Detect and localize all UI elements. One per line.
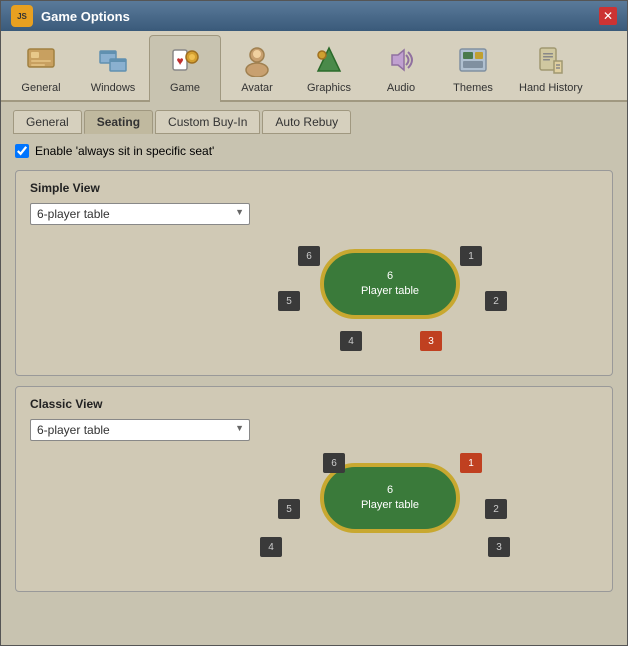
classic-seat-4[interactable]: 4 [260, 537, 282, 557]
sub-tab-auto-rebuy[interactable]: Auto Rebuy [262, 110, 351, 134]
nav-item-themes[interactable]: Themes [437, 36, 509, 100]
nav-item-hand-history[interactable]: Hand History [509, 36, 593, 100]
simple-seat-4[interactable]: 4 [340, 331, 362, 351]
window-title: Game Options [41, 9, 130, 24]
classic-view-poker-table: 6Player table [320, 463, 460, 533]
app-logo: JS [11, 5, 33, 27]
nav-game-label: Game [170, 82, 200, 94]
nav-item-game[interactable]: ♥ Game [149, 35, 221, 102]
classic-view-dropdown-wrapper: 6-player table 9-player table 2-player t… [30, 419, 250, 441]
svg-text:♥: ♥ [176, 54, 183, 68]
classic-seat-6[interactable]: 6 [323, 453, 345, 473]
simple-view-dropdown[interactable]: 6-player table 9-player table 2-player t… [30, 203, 250, 225]
classic-view-title: Classic View [30, 397, 598, 411]
general-icon [23, 42, 59, 78]
title-bar: JS Game Options ✕ [1, 1, 627, 31]
simple-seat-5[interactable]: 5 [278, 291, 300, 311]
simple-seat-3[interactable]: 3 [420, 331, 442, 351]
game-icon: ♥ [167, 42, 203, 78]
nav-graphics-label: Graphics [307, 82, 351, 94]
classic-seat-1[interactable]: 1 [460, 453, 482, 473]
classic-seat-5[interactable]: 5 [278, 499, 300, 519]
nav-general-label: General [21, 82, 60, 94]
classic-seat-2[interactable]: 2 [485, 499, 507, 519]
nav-bar: General Windows ♥ [1, 31, 627, 102]
title-bar-left: JS Game Options [11, 5, 130, 27]
simple-view-table-area: 6Player table 6 1 2 3 4 5 [30, 231, 598, 361]
nav-audio-label: Audio [387, 82, 415, 94]
nav-themes-label: Themes [453, 82, 493, 94]
game-options-window: JS Game Options ✕ General [0, 0, 628, 646]
simple-seat-6[interactable]: 6 [298, 246, 320, 266]
simple-seat-1[interactable]: 1 [460, 246, 482, 266]
close-button[interactable]: ✕ [599, 7, 617, 25]
nav-hand-history-label: Hand History [519, 82, 583, 94]
sub-tabs: General Seating Custom Buy-In Auto Rebuy [1, 102, 627, 134]
classic-view-table-area: 6Player table 6 1 2 3 4 5 [30, 447, 598, 577]
simple-view-title: Simple View [30, 181, 598, 195]
avatar-icon [239, 42, 275, 78]
sub-tab-custom-buy-in[interactable]: Custom Buy-In [155, 110, 260, 134]
simple-view-dropdown-wrapper: 6-player table 9-player table 2-player t… [30, 203, 250, 225]
content-area: Enable 'always sit in specific seat' Sim… [1, 134, 627, 645]
nav-item-avatar[interactable]: Avatar [221, 36, 293, 100]
sub-tab-seating[interactable]: Seating [84, 110, 153, 134]
always-sit-label: Enable 'always sit in specific seat' [35, 144, 214, 158]
simple-seat-2[interactable]: 2 [485, 291, 507, 311]
audio-icon [383, 42, 419, 78]
classic-view-box: Classic View 6-player table 9-player tab… [15, 386, 613, 592]
sub-tab-general[interactable]: General [13, 110, 82, 134]
nav-item-general[interactable]: General [5, 36, 77, 100]
windows-icon [95, 42, 131, 78]
nav-item-graphics[interactable]: Graphics [293, 36, 365, 100]
nav-windows-label: Windows [91, 82, 136, 94]
classic-view-dropdown[interactable]: 6-player table 9-player table 2-player t… [30, 419, 250, 441]
checkbox-row: Enable 'always sit in specific seat' [15, 144, 613, 158]
nav-item-audio[interactable]: Audio [365, 36, 437, 100]
classic-seat-3[interactable]: 3 [488, 537, 510, 557]
graphics-icon [311, 42, 347, 78]
always-sit-checkbox[interactable] [15, 144, 29, 158]
simple-view-box: Simple View 6-player table 9-player tabl… [15, 170, 613, 376]
nav-item-windows[interactable]: Windows [77, 36, 149, 100]
themes-icon [455, 42, 491, 78]
nav-avatar-label: Avatar [241, 82, 273, 94]
hand-history-icon [533, 42, 569, 78]
simple-view-poker-table: 6Player table [320, 249, 460, 319]
